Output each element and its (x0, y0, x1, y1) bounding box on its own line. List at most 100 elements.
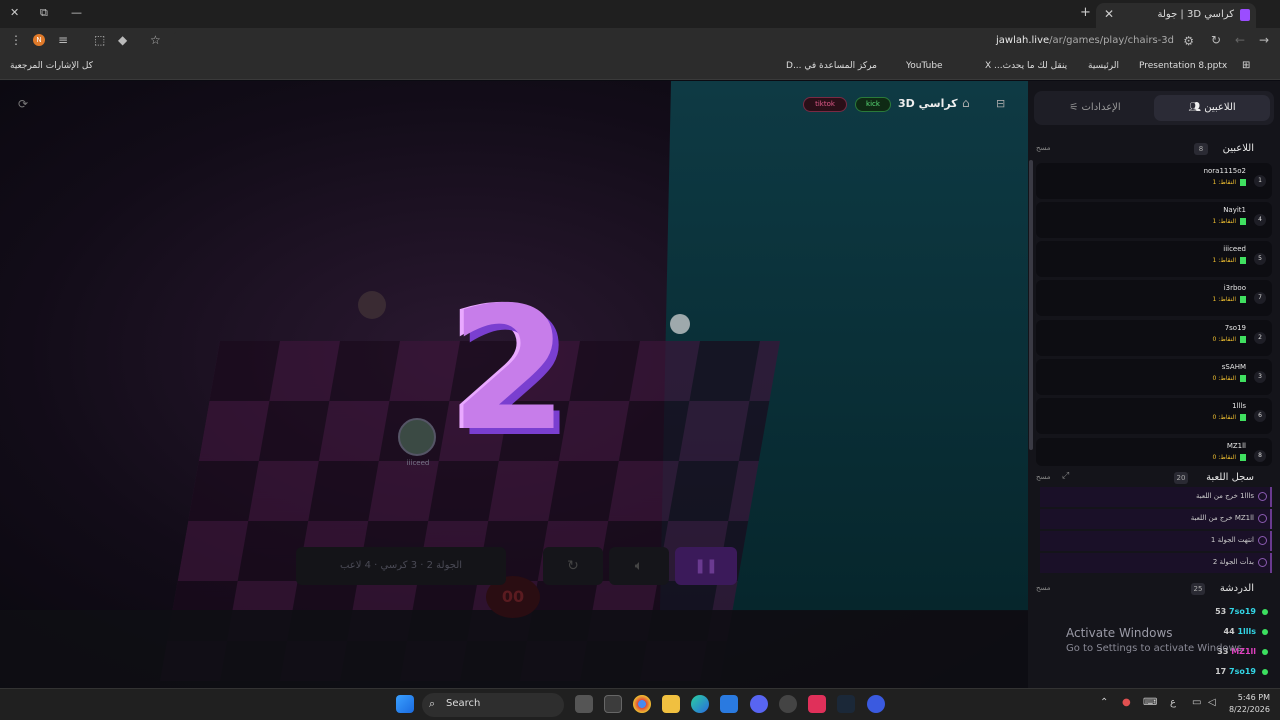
player-row[interactable]: iiiceed النقاط: 15 (1036, 241, 1272, 277)
bookmark-item[interactable]: ينقل لك ما يحدث... X (985, 61, 1067, 71)
home-icon[interactable]: ⌂ (962, 96, 970, 110)
bookmark-star-icon[interactable]: ☆ (150, 33, 161, 47)
extensions-icon[interactable]: ⬚ (94, 33, 105, 47)
url-field[interactable]: jawlah.live/ar/games/play/chairs-3d ⚙ (170, 31, 1200, 53)
bookmark-item[interactable]: YouTube (906, 61, 943, 71)
player-row[interactable]: 1llls النقاط: 06 (1036, 398, 1272, 434)
kick-icon (1240, 296, 1246, 303)
player-row[interactable]: i3rboo النقاط: 17 (1036, 280, 1272, 316)
clear-log-button[interactable]: مسح (1036, 473, 1051, 481)
vpn-icon[interactable] (867, 695, 885, 713)
mail-icon[interactable] (720, 695, 738, 713)
players-title: اللاعبين (1222, 143, 1254, 154)
new-tab-icon[interactable]: + (1080, 5, 1091, 20)
player-row[interactable]: nora1115o2 النقاط: 11 (1036, 163, 1272, 199)
microphone-icon[interactable]: ● (1122, 697, 1131, 708)
players-section-header[interactable]: مسح 8 اللاعبين (1036, 141, 1272, 159)
sidebar-toggle-icon[interactable]: ⊟ (996, 97, 1005, 110)
log-title: سجل اللعبة (1206, 472, 1254, 483)
taskbar-search[interactable]: ⌕ Search (422, 693, 564, 717)
log-entry: انتهت الجولة 1 (1040, 531, 1272, 551)
tab-title: كراسي 3D | جولة (1157, 9, 1235, 20)
store-icon[interactable] (604, 695, 622, 713)
game-viewport[interactable]: iiiceed 2 00 ⟳ (0, 81, 1028, 688)
chat-title: الدردشة (1219, 583, 1254, 594)
all-bookmarks[interactable]: كل الإشارات المرجعية (10, 61, 93, 71)
game-title: كراسي 3D (898, 97, 958, 110)
expand-icon[interactable]: ⤢ (1062, 471, 1069, 481)
language-indicator[interactable]: ع (1170, 697, 1176, 708)
extension-icon[interactable]: ◆ (118, 33, 127, 47)
start-icon[interactable] (396, 695, 414, 713)
kick-icon (1240, 218, 1246, 225)
bookmark-item[interactable]: الرئيسية (1088, 61, 1119, 71)
profile-avatar[interactable]: N (33, 34, 45, 46)
network-icon[interactable]: ▭ (1192, 697, 1201, 708)
info-icon (1258, 492, 1267, 501)
chat-section-header[interactable]: مسح 25 الدردشة (1036, 581, 1272, 599)
log-section-header[interactable]: مسح ⤢ 20 سجل اللعبة (1036, 470, 1272, 488)
chat-message: 17 7so19 (1215, 667, 1268, 676)
tiktok-icon[interactable] (808, 695, 826, 713)
task-view-icon[interactable] (575, 695, 593, 713)
tab-players[interactable]: اللاعبين 👥︎ (1154, 95, 1270, 121)
site-settings-icon[interactable]: ⚙ (1183, 34, 1194, 48)
browser-tab-bar: ✕ ⧉ — + ✕ كراسي 3D | جولة (0, 0, 1280, 28)
restore-window-icon[interactable]: ⧉ (40, 6, 48, 20)
pause-button[interactable]: ❚❚ (675, 547, 737, 585)
reload-icon[interactable]: ↻ (1211, 33, 1221, 47)
search-icon: ⌕ (429, 697, 436, 710)
apps-grid-icon[interactable]: ⊞ (1242, 60, 1250, 71)
players-count: 8 (1194, 143, 1208, 155)
app-icon[interactable] (779, 695, 797, 713)
activate-windows-title: Activate Windows (1066, 626, 1173, 640)
minimize-window-icon[interactable]: — (71, 6, 82, 19)
player-row[interactable]: MZ1ll النقاط: 08 (1036, 438, 1272, 466)
round-info: الجولة 2 · 3 كرسي · 4 لاعب (296, 547, 506, 585)
system-clock[interactable]: 5:46 PM 8/22/2026 (1229, 692, 1270, 716)
back-icon[interactable]: → (1259, 33, 1269, 47)
keyboard-icon[interactable]: ⌨ (1143, 697, 1157, 708)
reading-list-icon[interactable]: ≡ (58, 33, 68, 47)
browser-tab[interactable]: ✕ كراسي 3D | جولة (1096, 3, 1256, 28)
tray-chevron-icon[interactable]: ⌃ (1100, 697, 1108, 708)
edge-icon[interactable] (691, 695, 709, 713)
clear-chat-button[interactable]: مسح (1036, 584, 1051, 592)
tab-settings[interactable]: الإعدادات ⚟ (1040, 95, 1150, 121)
volume-icon[interactable]: ◁ (1208, 697, 1216, 708)
forward-icon[interactable]: ← (1235, 33, 1245, 47)
steam-icon[interactable] (837, 695, 855, 713)
player-row[interactable]: sSAHM النقاط: 03 (1036, 359, 1272, 395)
close-window-icon[interactable]: ✕ (10, 6, 19, 19)
bookmark-item[interactable]: مركز المساعدة في ...D (786, 61, 877, 71)
chrome-icon[interactable] (633, 695, 651, 713)
sliders-icon: ⚟ (1069, 102, 1079, 113)
scene-light (670, 314, 690, 334)
scrollbar[interactable] (1029, 160, 1033, 450)
reset-icon: ↻ (567, 558, 579, 574)
player-row[interactable]: 7so19 النقاط: 02 (1036, 320, 1272, 356)
countdown-number: 2 (450, 271, 569, 469)
bookmark-item[interactable]: Presentation 8.pptx (1139, 61, 1227, 71)
url-text: jawlah.live/ar/games/play/chairs-3d (996, 35, 1174, 46)
close-tab-icon[interactable]: ✕ (1104, 7, 1114, 21)
player-row[interactable]: Nayit1 النقاط: 14 (1036, 202, 1272, 238)
volume-button[interactable]: 🔈︎ (609, 547, 669, 585)
kick-badge[interactable]: kick (855, 97, 891, 112)
clear-players-button[interactable]: مسح (1036, 144, 1051, 152)
tiktok-badge[interactable]: tiktok (803, 97, 847, 112)
explorer-icon[interactable] (662, 695, 680, 713)
menu-icon[interactable]: ⋮ (10, 33, 22, 47)
activate-windows-subtitle: Go to Settings to activate Windows. (1066, 643, 1246, 654)
player-avatar (358, 291, 386, 319)
reset-button[interactable]: ↻ (543, 547, 603, 585)
chat-message: 44 1llls (1224, 627, 1268, 636)
kick-icon (1240, 375, 1246, 382)
site-favicon-icon (1240, 9, 1250, 21)
chat-count: 25 (1191, 583, 1205, 595)
log-entry: 1llls خرج من اللعبة (1040, 487, 1272, 507)
refresh-icon[interactable]: ⟳ (18, 97, 28, 111)
kick-icon (1240, 257, 1246, 264)
users-icon: 👥︎ (1188, 102, 1202, 113)
discord-icon[interactable] (750, 695, 768, 713)
